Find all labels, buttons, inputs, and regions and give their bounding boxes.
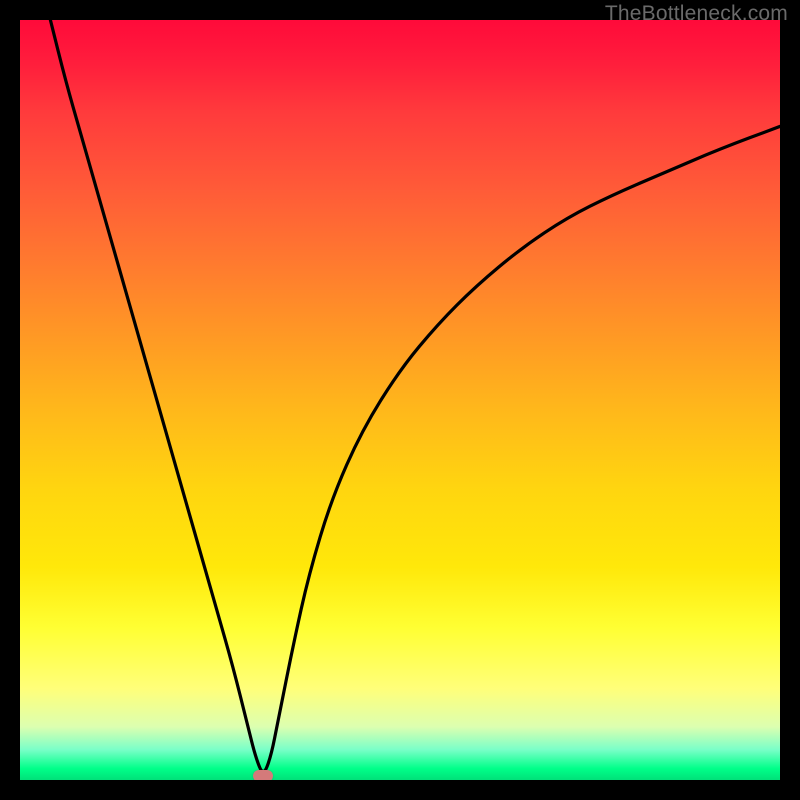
plot-area (20, 20, 780, 780)
min-marker (253, 770, 273, 780)
curve-svg (20, 20, 780, 780)
bottleneck-curve (50, 20, 780, 771)
chart-frame: TheBottleneck.com (0, 0, 800, 800)
